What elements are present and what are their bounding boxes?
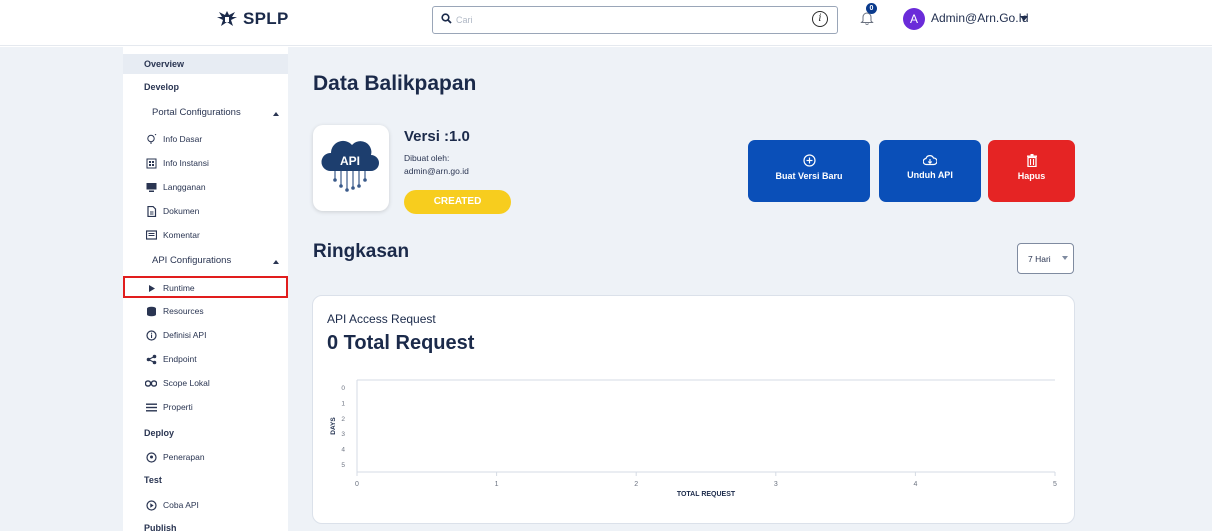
sidebar-section-develop[interactable]: Develop: [144, 82, 288, 92]
sidebar-group-api-configurations[interactable]: API Configurations: [152, 255, 288, 266]
info-icon[interactable]: i: [812, 11, 828, 27]
x-tick-label: 3: [774, 481, 778, 488]
sidebar-item-properti[interactable]: Properti: [145, 401, 288, 413]
sidebar-item-info-dasar[interactable]: Info Dasar: [145, 133, 288, 145]
sidebar-section-test[interactable]: Test: [144, 475, 288, 485]
download-api-label: Unduh API: [907, 170, 953, 180]
period-select[interactable]: 7 Hari: [1017, 243, 1074, 274]
building-icon: [145, 157, 157, 169]
info-icon: [145, 329, 157, 341]
sidebar-item-label: Properti: [163, 402, 193, 412]
database-icon: [145, 305, 157, 317]
summary-title: Ringkasan: [313, 241, 410, 262]
lightbulb-icon: [145, 133, 157, 145]
sidebar-item-label: Coba API: [163, 500, 199, 510]
sidebar-item-resources[interactable]: Resources: [145, 305, 288, 317]
new-version-button[interactable]: Buat Versi Baru: [748, 140, 870, 202]
y-tick-label: 5: [341, 462, 345, 469]
y-tick-label: 0: [341, 385, 345, 392]
app-logo[interactable]: SPLP: [216, 9, 289, 29]
chevron-up-icon[interactable]: [273, 260, 279, 264]
chevron-down-icon[interactable]: [1020, 16, 1028, 21]
sidebar-item-penerapan[interactable]: Penerapan: [145, 451, 288, 463]
sidebar-item-coba-api[interactable]: Coba API: [145, 499, 288, 511]
api-logo-text: API: [340, 154, 360, 168]
y-tick-label: 3: [341, 431, 345, 438]
sidebar-item-label: Endpoint: [163, 354, 197, 364]
delete-label: Hapus: [1017, 171, 1046, 181]
sidebar-item-scope-lokal[interactable]: Scope Lokal: [145, 377, 288, 389]
period-value: 7 Hari: [1028, 254, 1051, 264]
sidebar-group-portal-configurations[interactable]: Portal Configurations: [152, 107, 288, 118]
sidebar-item-label: Komentar: [163, 230, 200, 240]
comment-icon: [145, 229, 157, 241]
sidebar-item-label: Info Instansi: [163, 158, 209, 168]
sidebar-item-runtime[interactable]: Runtime: [145, 282, 288, 294]
sidebar-item-overview[interactable]: Overview: [123, 54, 288, 74]
api-access-chart-card: API Access Request 0 Total Request 01234…: [312, 295, 1075, 524]
play-circle-icon: [145, 499, 157, 511]
sidebar-item-langganan[interactable]: Langganan: [145, 181, 288, 193]
created-by-label: Dibuat oleh:: [404, 153, 450, 163]
page-title: Data Balikpapan: [313, 72, 477, 95]
search-icon: [441, 13, 452, 24]
sidebar-item-dokumen[interactable]: Dokumen: [145, 205, 288, 217]
sidebar-item-komentar[interactable]: Komentar: [145, 229, 288, 241]
sidebar-item-endpoint[interactable]: Endpoint: [145, 353, 288, 365]
y-tick-label: 1: [341, 401, 345, 408]
list-icon: [145, 401, 157, 413]
x-axis-title: TOTAL REQUEST: [677, 491, 736, 498]
location-pin-icon: [145, 451, 157, 463]
avatar[interactable]: A: [903, 8, 925, 30]
y-tick-label: 2: [341, 416, 345, 423]
search-placeholder: Cari: [456, 15, 473, 25]
api-access-chart: 0 1 2 3 4 5 0 1 2 3 4 5 TOTAL REQUEST DAYS: [330, 379, 1057, 498]
delete-button[interactable]: Hapus: [988, 140, 1075, 202]
sidebar-item-label: Info Dasar: [163, 134, 203, 144]
y-tick-label: 4: [341, 447, 345, 454]
new-version-label: Buat Versi Baru: [775, 171, 843, 181]
cloud-download-icon: [923, 155, 937, 166]
created-by-email: admin@arn.go.id: [404, 166, 469, 176]
chevron-up-icon[interactable]: [273, 112, 279, 116]
x-tick-label: 4: [913, 481, 917, 488]
app-name: SPLP: [243, 9, 289, 28]
key-icon: [145, 377, 157, 389]
sidebar: Overview Develop Portal Configurations I…: [123, 47, 288, 531]
sidebar-item-definisi-api[interactable]: Definisi API: [145, 329, 288, 341]
monitor-icon: [145, 181, 157, 193]
x-tick-label: 2: [634, 481, 638, 488]
top-bar: SPLP Cari i 0 A Admin@Arn.Go.Id: [0, 0, 1212, 46]
garuda-logo-icon: [217, 11, 237, 26]
chevron-down-icon: [1062, 256, 1068, 260]
notification-badge: 0: [866, 3, 877, 14]
x-tick-label: 1: [495, 481, 499, 488]
search-input[interactable]: Cari i: [432, 6, 838, 34]
plus-circle-icon: [802, 154, 816, 167]
sidebar-section-publish[interactable]: Publish: [144, 523, 288, 531]
x-tick-label: 0: [355, 481, 359, 488]
api-logo-card: API: [313, 125, 389, 211]
x-tick-label: 5: [1053, 481, 1057, 488]
sidebar-item-label: Langganan: [163, 182, 206, 192]
api-version: Versi :1.0: [404, 128, 470, 145]
sidebar-item-label: Dokumen: [163, 206, 200, 216]
download-api-button[interactable]: Unduh API: [879, 140, 981, 202]
sidebar-item-info-instansi[interactable]: Info Instansi: [145, 157, 288, 169]
network-icon: [145, 353, 157, 365]
trash-icon: [1026, 154, 1037, 167]
api-cloud-icon: API: [321, 140, 379, 192]
sidebar-item-label: Penerapan: [163, 452, 205, 462]
sidebar-item-label: Runtime: [163, 283, 195, 293]
user-menu[interactable]: Admin@Arn.Go.Id: [931, 11, 1029, 25]
document-icon: [145, 205, 157, 217]
play-icon: [145, 282, 157, 294]
sidebar-section-deploy[interactable]: Deploy: [144, 428, 288, 438]
status-badge: CREATED: [404, 190, 511, 214]
y-axis-title: DAYS: [330, 417, 337, 435]
sidebar-item-label: Definisi API: [163, 330, 207, 340]
sidebar-item-label: Resources: [163, 306, 204, 316]
sidebar-item-label: Scope Lokal: [163, 378, 210, 388]
